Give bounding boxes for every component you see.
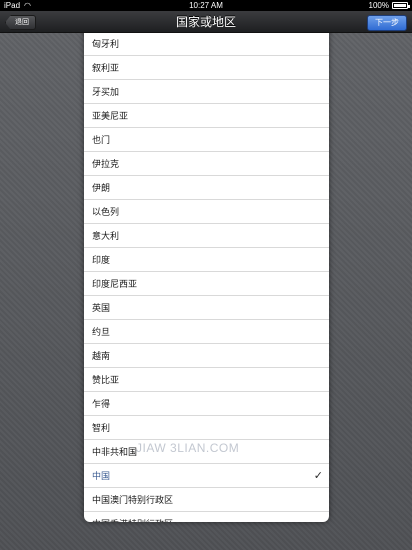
- list-item-label: 英国: [92, 304, 111, 314]
- list-item-label: 中国澳门特别行政区: [92, 496, 174, 506]
- battery-percent: 100%: [368, 1, 389, 10]
- list-item-label: 牙买加: [92, 88, 120, 98]
- list-item-label: 中国香港特别行政区: [92, 517, 173, 522]
- list-item[interactable]: 中国香港特别行政区: [84, 512, 329, 522]
- list-item-label: 智利: [92, 424, 111, 434]
- list-item[interactable]: 智利: [84, 416, 329, 440]
- list-item[interactable]: 越南: [84, 344, 329, 368]
- list-item[interactable]: 也门: [84, 128, 329, 152]
- list-item[interactable]: 匈牙利: [84, 32, 329, 56]
- list-item-label: 印度: [92, 256, 111, 266]
- country-list[interactable]: 新西兰匈牙利叙利亚牙买加亚美尼亚也门伊拉克伊朗以色列意大利印度印度尼西亚英国约旦…: [84, 0, 329, 522]
- list-item[interactable]: 英国: [84, 296, 329, 320]
- list-item[interactable]: 约旦: [84, 320, 329, 344]
- list-item[interactable]: 伊朗: [84, 176, 329, 200]
- list-item[interactable]: 印度: [84, 248, 329, 272]
- list-item-label: 叙利亚: [92, 64, 120, 74]
- list-item[interactable]: 亚美尼亚: [84, 104, 329, 128]
- list-item-label: 亚美尼亚: [92, 112, 129, 122]
- list-item[interactable]: 叙利亚: [84, 56, 329, 80]
- list-item[interactable]: 以色列: [84, 200, 329, 224]
- next-button[interactable]: 下一步: [367, 15, 407, 31]
- list-item-label: 中非共和国: [92, 448, 138, 458]
- back-button[interactable]: 退回: [5, 15, 36, 30]
- navigation-bar: 退回 国家或地区 下一步: [0, 11, 412, 33]
- list-item-label: 伊朗: [92, 184, 111, 194]
- list-item[interactable]: 中国澳门特别行政区: [84, 488, 329, 512]
- status-time: 10:27 AM: [189, 1, 223, 10]
- status-bar: iPad ◠ 10:27 AM 100%: [0, 0, 412, 11]
- list-item[interactable]: 乍得: [84, 392, 329, 416]
- list-item-label: 中国: [92, 472, 111, 482]
- list-item-label: 越南: [92, 352, 111, 362]
- list-item[interactable]: 牙买加: [84, 80, 329, 104]
- list-item-selected[interactable]: 中国 ✓: [84, 464, 329, 488]
- list-item-label: 乍得: [92, 400, 111, 410]
- list-item[interactable]: 伊拉克: [84, 152, 329, 176]
- list-item-label: 赞比亚: [92, 376, 120, 386]
- list-item-label: 约旦: [92, 328, 111, 338]
- list-item[interactable]: 中非共和国: [84, 440, 329, 464]
- wifi-icon: ◠: [24, 1, 31, 10]
- list-item-label: 以色列: [92, 208, 120, 218]
- battery-icon: [392, 2, 410, 9]
- list-item[interactable]: 意大利: [84, 224, 329, 248]
- list-item-label: 意大利: [92, 232, 120, 242]
- checkmark-icon: ✓: [313, 469, 323, 482]
- device-label: iPad: [4, 1, 21, 10]
- list-item[interactable]: 印度尼西亚: [84, 272, 329, 296]
- list-item-label: 印度尼西亚: [92, 280, 138, 290]
- page-title: 国家或地区: [175, 15, 236, 29]
- list-item-label: 匈牙利: [92, 40, 120, 50]
- list-item[interactable]: 赞比亚: [84, 368, 329, 392]
- list-item-label: 伊拉克: [92, 160, 120, 170]
- list-item-label: 也门: [92, 136, 111, 146]
